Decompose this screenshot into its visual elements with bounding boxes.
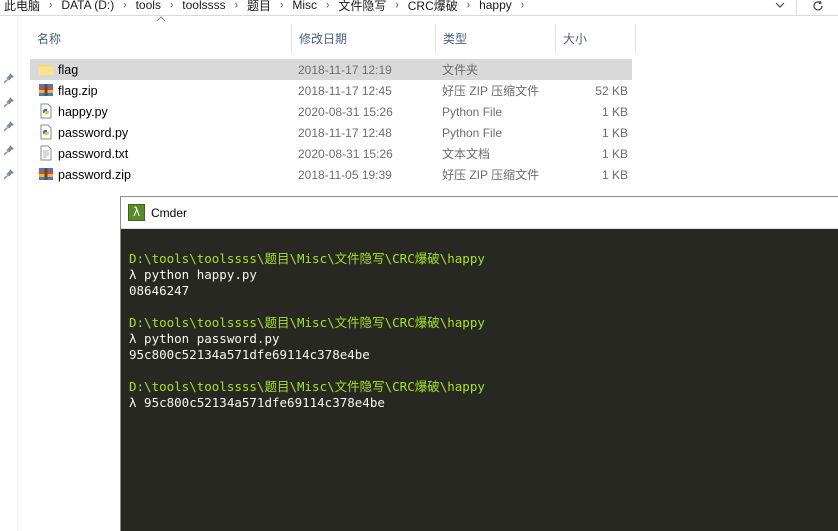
command-output: 08646247 <box>129 283 190 298</box>
pin-icon[interactable] <box>3 120 15 132</box>
file-type: 好压 ZIP 压缩文件 <box>442 168 540 182</box>
cmder-titlebar[interactable]: λ Cmder <box>121 197 838 229</box>
breadcrumb-item-this-pc[interactable]: 此电脑 <box>0 0 44 14</box>
file-type: Python File <box>442 125 503 140</box>
command-line[interactable]: λ 95c800c52134a571dfe69114c378e4be <box>129 395 485 411</box>
column-header-name[interactable]: 名称 <box>30 24 292 54</box>
command-line: λ python happy.py <box>129 267 257 282</box>
cmder-window[interactable]: λ Cmder D:\tools\toolssss\题目\Misc\文件隐写\C… <box>120 196 838 531</box>
pin-icon[interactable] <box>3 168 15 180</box>
refresh-icon <box>812 0 823 11</box>
file-name: flag.zip <box>58 83 98 98</box>
python-file-icon <box>38 103 54 119</box>
list-item[interactable]: password.zip 2018-11-05 19:39 好压 ZIP 压缩文… <box>30 164 632 185</box>
column-header-date[interactable]: 修改日期 <box>292 24 436 54</box>
column-date-label: 修改日期 <box>299 32 348 46</box>
prompt-path: D:\tools\toolssss\题目\Misc\文件隐写\CRC爆破\hap… <box>129 379 485 394</box>
file-name: password.zip <box>58 167 131 182</box>
address-bar[interactable]: 此电脑 › DATA (D:) › tools › toolssss › 题目 … <box>0 0 838 16</box>
breadcrumb-separator[interactable]: › <box>165 0 178 12</box>
text-file-icon <box>38 145 54 161</box>
file-date: 2020-08-31 15:26 <box>298 146 393 161</box>
breadcrumb-separator[interactable]: › <box>321 0 334 12</box>
file-name: happy.py <box>58 104 108 119</box>
file-name: password.py <box>58 125 129 140</box>
sort-ascending-icon <box>156 14 166 25</box>
breadcrumb-item-happy[interactable]: happy <box>475 0 516 12</box>
file-name: flag <box>58 62 79 77</box>
file-type: Python File <box>442 104 503 119</box>
file-size: 52 KB <box>595 83 628 98</box>
command-line: λ python password.py <box>129 331 280 346</box>
list-item[interactable]: flag.zip 2018-11-17 12:45 好压 ZIP 压缩文件 52… <box>30 80 632 101</box>
file-date: 2018-11-17 12:19 <box>298 62 392 77</box>
breadcrumb: 此电脑 › DATA (D:) › tools › toolssss › 题目 … <box>0 0 529 14</box>
pin-icon[interactable] <box>3 144 15 156</box>
list-item[interactable]: flag 2018-11-17 12:19 文件夹 <box>30 59 632 80</box>
breadcrumb-item-crc[interactable]: CRC爆破 <box>404 0 462 14</box>
breadcrumb-item-tools[interactable]: tools <box>132 0 165 12</box>
file-size: 1 KB <box>601 104 628 119</box>
zip-archive-icon <box>38 166 54 182</box>
window-title: Cmder <box>151 206 188 220</box>
prompt-path: D:\tools\toolssss\题目\Misc\文件隐写\CRC爆破\hap… <box>129 251 485 266</box>
breadcrumb-separator[interactable]: › <box>462 0 475 12</box>
file-size: 1 KB <box>601 125 628 140</box>
column-header-type[interactable]: 类型 <box>436 24 556 54</box>
file-date: 2018-11-17 12:45 <box>298 83 392 98</box>
breadcrumb-separator[interactable]: › <box>275 0 288 12</box>
file-date: 2018-11-05 19:39 <box>298 167 392 182</box>
breadcrumb-separator[interactable]: › <box>390 0 403 12</box>
terminal-output[interactable]: D:\tools\toolssss\题目\Misc\文件隐写\CRC爆破\hap… <box>129 251 485 411</box>
breadcrumb-separator[interactable]: › <box>118 0 131 12</box>
prompt-path: D:\tools\toolssss\题目\Misc\文件隐写\CRC爆破\hap… <box>129 315 485 330</box>
pin-icon[interactable] <box>3 72 15 84</box>
command-output: 95c800c52134a571dfe69114c378e4be <box>129 347 370 362</box>
breadcrumb-item-toolssss[interactable]: toolssss <box>178 0 229 12</box>
list-item[interactable]: password.py 2018-11-17 12:48 Python File… <box>30 122 632 143</box>
list-item[interactable]: password.txt 2020-08-31 15:26 文本文档 1 KB <box>30 143 632 164</box>
column-header-size[interactable]: 大小 <box>556 24 636 54</box>
folder-icon <box>38 61 54 77</box>
history-dropdown-icon[interactable] <box>772 0 788 13</box>
column-type-label: 类型 <box>443 32 468 46</box>
breadcrumb-item-drive[interactable]: DATA (D:) <box>57 0 118 12</box>
column-name-label: 名称 <box>37 32 62 46</box>
list-item[interactable]: happy.py 2020-08-31 15:26 Python File 1 … <box>30 101 632 122</box>
refresh-button[interactable] <box>796 0 838 16</box>
breadcrumb-separator[interactable]: › <box>230 0 243 12</box>
file-type: 文件夹 <box>442 63 479 77</box>
breadcrumb-item-timu[interactable]: 题目 <box>243 0 275 14</box>
breadcrumb-item-stego[interactable]: 文件隐写 <box>334 0 390 14</box>
file-size: 1 KB <box>601 167 628 182</box>
file-date: 2020-08-31 15:26 <box>298 104 393 119</box>
breadcrumb-item-misc[interactable]: Misc <box>288 0 321 12</box>
file-size: 1 KB <box>601 146 628 161</box>
breadcrumb-separator[interactable]: › <box>44 0 57 12</box>
breadcrumb-separator[interactable]: › <box>516 0 529 12</box>
file-name: password.txt <box>58 146 129 161</box>
file-type: 文本文档 <box>442 147 491 161</box>
file-type: 好压 ZIP 压缩文件 <box>442 84 540 98</box>
file-date: 2018-11-17 12:48 <box>298 125 392 140</box>
pin-icon[interactable] <box>3 96 15 108</box>
column-size-label: 大小 <box>563 32 588 46</box>
python-file-icon <box>38 124 54 140</box>
zip-archive-icon <box>38 82 54 98</box>
navigation-pane <box>0 16 18 531</box>
cmder-logo-icon: λ <box>128 204 145 221</box>
